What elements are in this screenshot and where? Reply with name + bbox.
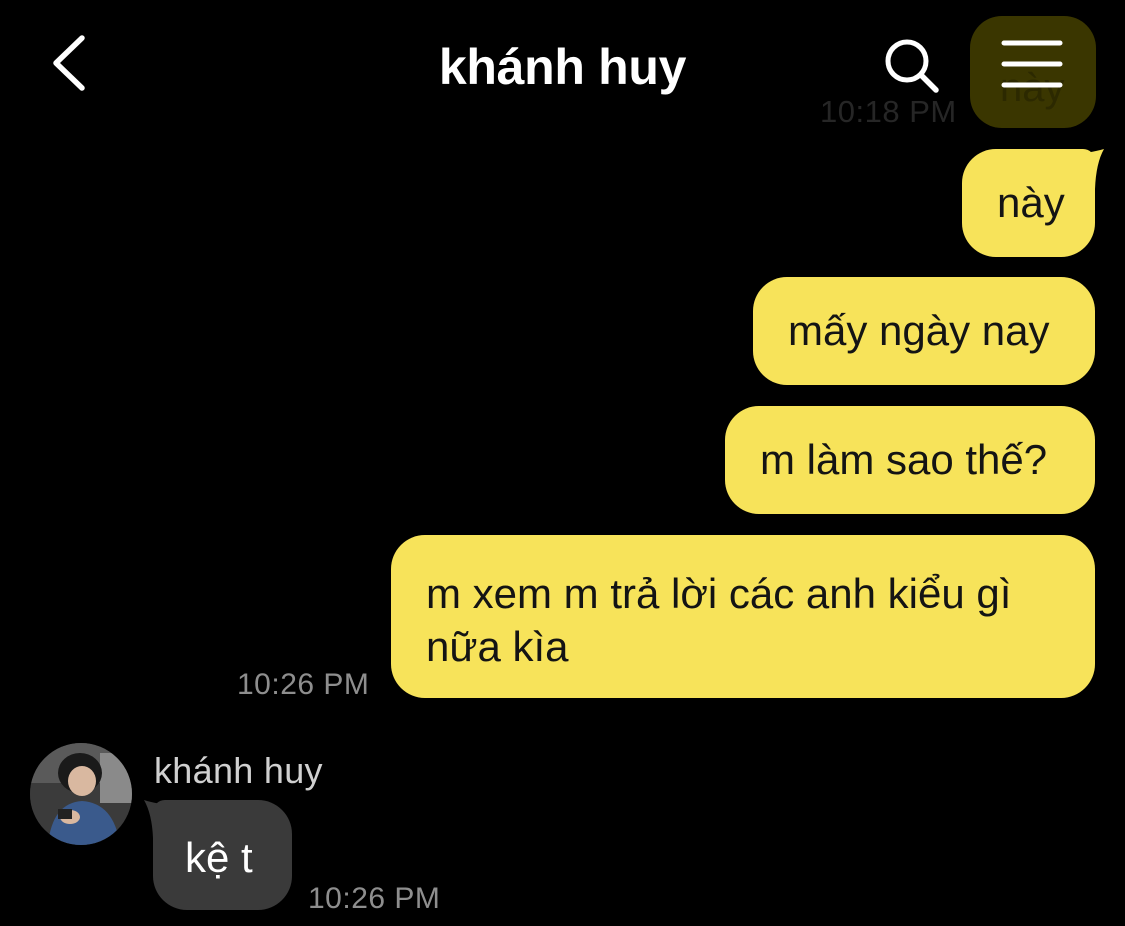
message-timestamp: 10:26 PM <box>308 882 441 915</box>
menu-icon[interactable] <box>998 38 1066 90</box>
message-timestamp: 10:26 PM <box>237 668 370 701</box>
outgoing-message[interactable]: mấy ngày nay <box>753 277 1095 385</box>
outgoing-message[interactable]: này <box>962 149 1095 257</box>
search-icon[interactable] <box>880 34 944 98</box>
page-title: khánh huy <box>438 39 687 95</box>
outgoing-message[interactable]: m làm sao thế? <box>725 406 1095 514</box>
previous-message-time: 10:18 PM <box>820 94 957 129</box>
avatar[interactable] <box>30 743 132 845</box>
outgoing-message[interactable]: m xem m trả lời các anh kiểu gì nữa kìa <box>391 535 1095 698</box>
incoming-message[interactable]: kệ t <box>153 800 292 910</box>
sender-name: khánh huy <box>154 750 323 791</box>
